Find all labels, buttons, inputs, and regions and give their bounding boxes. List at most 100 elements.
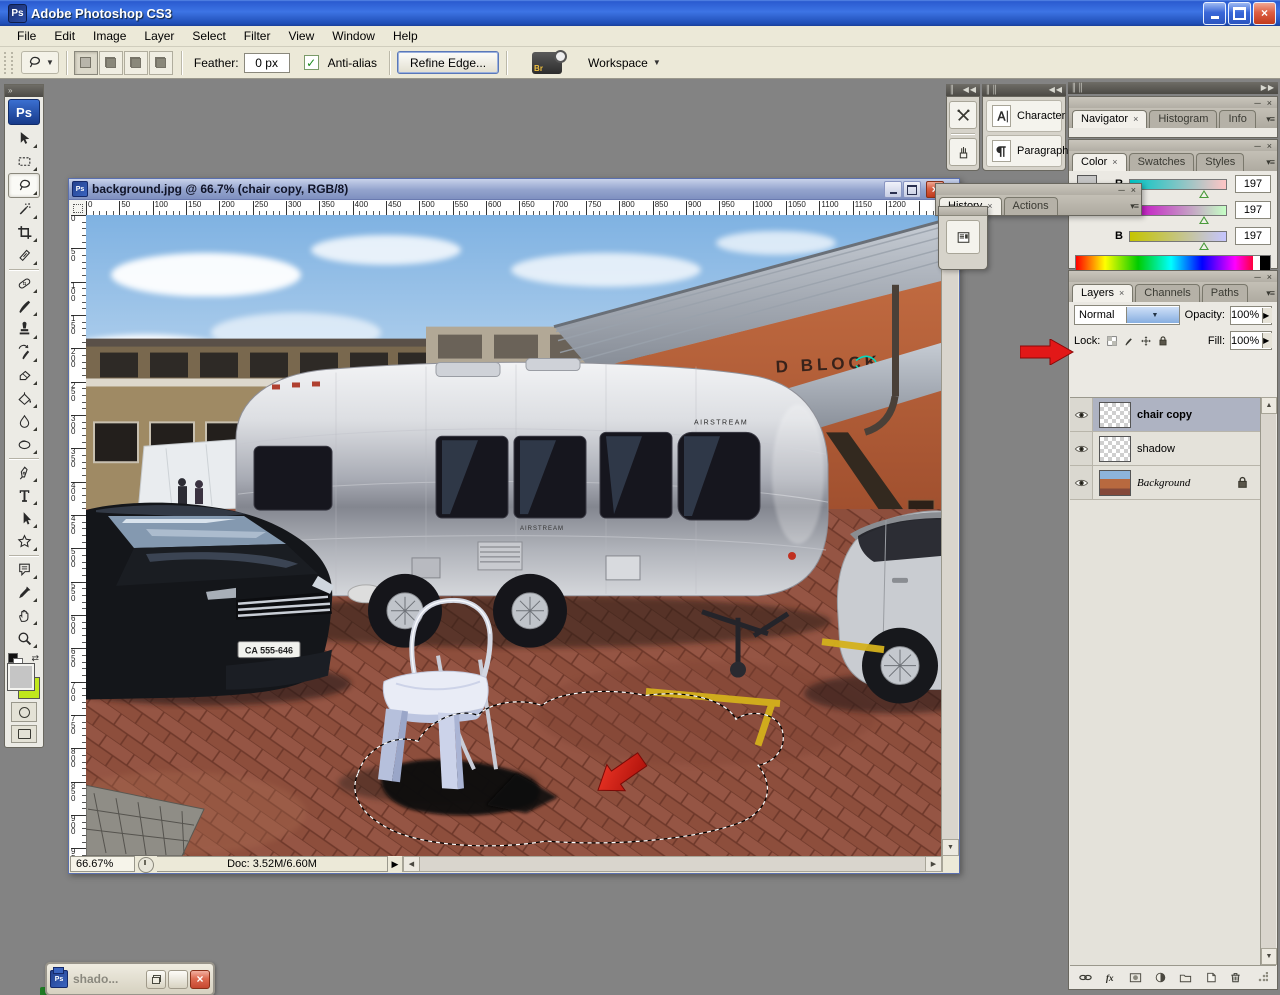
ps-logo[interactable]: Ps: [8, 99, 40, 125]
color-tab-color[interactable]: Color ×: [1072, 153, 1127, 171]
tool-marquee[interactable]: [9, 150, 39, 173]
slider-marker-icon[interactable]: [1199, 241, 1210, 250]
restore-button[interactable]: [146, 969, 166, 989]
menu-select[interactable]: Select: [183, 27, 234, 45]
layer-name[interactable]: shadow: [1137, 443, 1175, 455]
panel-close-icon[interactable]: ×: [1267, 98, 1272, 108]
horizontal-ruler[interactable]: 0 50 100 150 200 250 300 350 400 450 500 550 600 650 7…: [86, 200, 942, 216]
document-title-bar[interactable]: Ps background.jpg @ 66.7% (chair copy, R…: [69, 179, 959, 200]
layer-styles-button[interactable]: fx: [1103, 970, 1118, 985]
tool-move[interactable]: [9, 127, 39, 150]
screen-mode-button[interactable]: [11, 725, 37, 743]
antialias-checkbox[interactable]: ✓: [303, 55, 319, 70]
tool-dodge[interactable]: [9, 433, 39, 456]
close-button[interactable]: ×: [1253, 1, 1276, 25]
tool-crop[interactable]: [9, 221, 39, 244]
tool-brush[interactable]: [9, 295, 39, 318]
intersect-selection-button[interactable]: [148, 50, 173, 75]
scroll-left-icon[interactable]: ◀: [403, 856, 420, 872]
collapse-dock-icon[interactable]: ◀◀: [1049, 84, 1063, 96]
layer-name[interactable]: chair copy: [1137, 409, 1192, 421]
panel-minimize-icon[interactable]: ─: [1254, 141, 1260, 151]
close-button[interactable]: ×: [190, 969, 210, 989]
navigator-tab-navigator[interactable]: Navigator ×: [1072, 110, 1148, 128]
new-adjustment-layer-button[interactable]: [1153, 970, 1168, 985]
panel-close-icon[interactable]: ×: [1131, 185, 1136, 195]
minimize-button[interactable]: [1203, 1, 1226, 25]
fill-field[interactable]: 100% ▶: [1230, 331, 1273, 350]
tool-eraser[interactable]: [9, 364, 39, 387]
panel-close-icon[interactable]: ×: [1267, 141, 1272, 151]
layers-tab-paths[interactable]: Paths: [1201, 284, 1248, 302]
scroll-down-icon[interactable]: ▼: [1261, 948, 1277, 965]
channel-value[interactable]: 197: [1235, 201, 1271, 219]
panel-close-icon[interactable]: ×: [1267, 272, 1272, 282]
workspace-dropdown[interactable]: Workspace ▼: [588, 56, 661, 70]
slider-marker-icon[interactable]: [1199, 189, 1210, 198]
tool-slice[interactable]: [9, 244, 39, 267]
channel-value[interactable]: 197: [1235, 227, 1271, 245]
tool-hand[interactable]: [9, 604, 39, 627]
title-bar[interactable]: Ps Adobe Photoshop CS3 ×: [0, 0, 1280, 26]
menu-filter[interactable]: Filter: [235, 27, 280, 45]
channel-slider[interactable]: [1129, 178, 1227, 198]
tool-lasso[interactable]: [8, 173, 40, 198]
panel-menu-icon[interactable]: ▾≡: [1266, 157, 1275, 168]
opacity-field[interactable]: 100% ▶: [1230, 305, 1273, 325]
layer-row-shadow[interactable]: shadow: [1070, 432, 1261, 466]
tool-healing[interactable]: [9, 272, 39, 295]
new-group-button[interactable]: [1178, 970, 1193, 985]
ruler-origin[interactable]: [70, 200, 87, 216]
layer-comps-icon[interactable]: [946, 220, 980, 254]
slider-marker-icon[interactable]: [1199, 215, 1210, 224]
tools-panel-button[interactable]: [949, 101, 977, 129]
photo-canvas[interactable]: D BLOCK AIRSTREAM AIRSTREAM CA 555-646: [86, 215, 942, 856]
vertical-scrollbar[interactable]: ▲ ▼: [941, 215, 959, 856]
panel-minimize-icon[interactable]: ─: [1118, 185, 1124, 195]
tool-shape[interactable]: [9, 530, 39, 553]
tool-pen[interactable]: [9, 461, 39, 484]
bridge-icon[interactable]: Br: [532, 49, 568, 74]
zoom-level-field[interactable]: 66.67%: [70, 856, 135, 872]
channel-slider[interactable]: [1129, 230, 1227, 250]
channel-value[interactable]: 197: [1235, 175, 1271, 193]
color-tab-swatches[interactable]: Swatches: [1128, 153, 1195, 171]
panel-menu-icon[interactable]: ▾≡: [1266, 288, 1275, 299]
doc-maximize-button[interactable]: [903, 181, 921, 198]
add-layer-mask-button[interactable]: [1128, 970, 1143, 985]
channel-slider[interactable]: [1129, 204, 1227, 224]
feather-input[interactable]: 0 px: [243, 52, 290, 73]
history-tab-actions[interactable]: Actions: [1003, 197, 1058, 215]
visibility-toggle[interactable]: [1070, 466, 1093, 499]
panel-menu-icon[interactable]: ▾≡: [1266, 114, 1275, 125]
menu-help[interactable]: Help: [384, 27, 427, 45]
tool-type[interactable]: [9, 484, 39, 507]
maximize-button[interactable]: [1228, 1, 1251, 25]
layer-thumbnail[interactable]: [1099, 401, 1131, 428]
layer-thumbnail[interactable]: [1099, 469, 1131, 496]
maximize-button[interactable]: [168, 969, 188, 989]
menu-file[interactable]: File: [8, 27, 45, 45]
visibility-toggle[interactable]: [1070, 432, 1093, 465]
scroll-down-icon[interactable]: ▼: [942, 839, 959, 856]
tool-zoom[interactable]: [9, 627, 39, 650]
doc-minimize-button[interactable]: [884, 181, 902, 198]
slider-arrow-icon[interactable]: ▶: [1262, 333, 1273, 348]
layers-tab-layers[interactable]: Layers ×: [1072, 284, 1134, 302]
tool-preset-picker[interactable]: ▼: [21, 51, 59, 74]
options-grip[interactable]: [4, 51, 13, 74]
new-layer-button[interactable]: [1203, 970, 1218, 985]
panel-minimize-icon[interactable]: ─: [1254, 98, 1260, 108]
vertical-ruler[interactable]: 0 50 100 150 200 250 300 350 400 450 500 550 600 650 7…: [70, 215, 87, 856]
panel-minimize-icon[interactable]: ─: [1254, 272, 1260, 282]
navigator-tab-histogram[interactable]: Histogram: [1149, 110, 1218, 128]
horizontal-scrollbar[interactable]: ◀ ▶: [402, 856, 943, 872]
close-tab-icon[interactable]: ×: [1112, 157, 1117, 167]
slider-arrow-icon[interactable]: ▶: [1262, 307, 1273, 323]
collapse-dock-icon[interactable]: ◀◀: [963, 84, 977, 96]
color-tab-styles[interactable]: Styles: [1196, 153, 1245, 171]
visibility-eye-icon[interactable]: [1074, 444, 1089, 454]
tool-notes[interactable]: [9, 558, 39, 581]
refine-edge-button[interactable]: Refine Edge...: [396, 51, 500, 74]
visibility-eye-icon[interactable]: [1074, 410, 1089, 420]
